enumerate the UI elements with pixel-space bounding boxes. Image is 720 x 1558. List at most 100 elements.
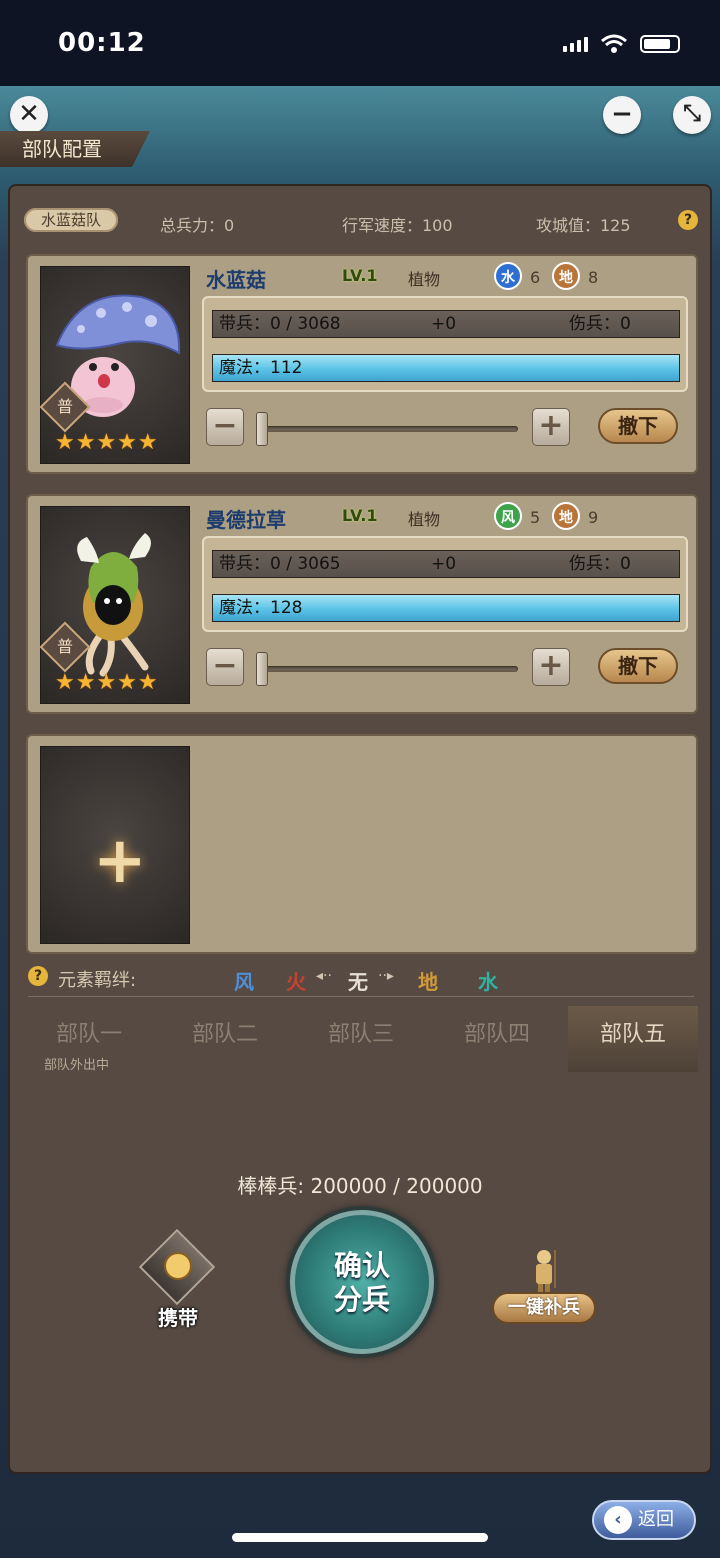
status-time: 00:12: [58, 28, 146, 58]
minimize-icon: −: [611, 99, 633, 129]
tab-team-5[interactable]: 部队五: [568, 1006, 698, 1072]
divider: [28, 996, 694, 997]
troop-slider[interactable]: [256, 412, 518, 446]
unit-level: LV.1: [342, 266, 378, 285]
help-icon[interactable]: ?: [28, 966, 48, 986]
decrease-troops-button[interactable]: −: [206, 408, 244, 446]
status-icons: [563, 34, 680, 54]
slider-knob[interactable]: [256, 652, 268, 686]
bond-label: 元素羁绊:: [58, 970, 137, 991]
unit-stats: 带兵：0 / 3065 +0 伤兵：0 魔法：128: [202, 536, 688, 632]
home-indicator[interactable]: [232, 1533, 488, 1542]
unit-level: LV.1: [342, 506, 378, 525]
confirm-split-button[interactable]: 确认 分兵: [290, 1210, 434, 1354]
soldier-icon: [536, 1250, 556, 1292]
total-troops: 总兵力：0: [160, 216, 235, 235]
tab-team-4[interactable]: 部队四: [432, 1006, 562, 1072]
unit-stats: 带兵：0 / 3068 +0 伤兵：0 魔法：112: [202, 296, 688, 392]
troop-config-panel: 水蓝菇队 总兵力：0 行军速度：100 攻城值：125 ? 普 ★★★★★ 水蓝…: [8, 184, 712, 1474]
element-wind: 风: [234, 970, 254, 994]
tab-team-2[interactable]: 部队二: [160, 1006, 290, 1072]
element-none: 无: [348, 970, 368, 994]
tab-team-1[interactable]: 部队一 部队外出中: [24, 1006, 154, 1073]
magic-value: 魔法：128: [219, 598, 303, 618]
arrow-left-icon: ◂··: [316, 968, 332, 984]
help-icon[interactable]: ?: [678, 210, 698, 230]
decrease-troops-button[interactable]: −: [206, 648, 244, 686]
wounded-count: 伤兵：0: [569, 554, 631, 574]
collapse-button[interactable]: ⤡: [673, 96, 711, 134]
magic-bar: 魔法：128: [212, 594, 680, 622]
increase-troops-button[interactable]: +: [532, 648, 570, 686]
troop-count: 带兵：0 / 3068: [219, 314, 341, 334]
tab-label: 部队五: [599, 1022, 666, 1047]
star-rating: ★★★★★: [55, 430, 159, 455]
wifi-icon: [601, 34, 627, 53]
troop-count: 带兵：0 / 3065: [219, 554, 341, 574]
troop-bar: 带兵：0 / 3068 +0 伤兵：0: [212, 310, 680, 338]
element-water: 水: [478, 970, 498, 994]
withdraw-button[interactable]: 撤下: [598, 408, 678, 444]
unit-type: 植物: [408, 270, 441, 289]
tab-status: 部队外出中: [44, 1058, 110, 1073]
team-tabs: 部队一 部队外出中 部队二 部队三 部队四 部队五: [10, 1006, 710, 1073]
team-summary: 水蓝菇队 总兵力：0 行军速度：100 攻城值：125 ?: [24, 204, 704, 235]
troop-slider[interactable]: [256, 652, 518, 686]
signal-icon: [563, 36, 588, 52]
troop-bonus: +0: [431, 314, 457, 334]
element-value: 5: [530, 508, 541, 527]
back-button[interactable]: ‹ 返回: [592, 1500, 696, 1540]
element-value: 8: [588, 268, 599, 287]
element-bond: ? 元素羁绊: 风 火 ◂·· 无 ··▸ 地 水: [24, 964, 704, 998]
reserve-soldiers: 棒棒兵: 200000 / 200000: [237, 1174, 483, 1198]
element-earth-icon: 地: [552, 502, 580, 530]
march-speed: 行军速度：100: [342, 216, 453, 235]
battery-icon: [640, 35, 680, 53]
close-button[interactable]: ✕: [10, 96, 48, 134]
tab-label: 部队二: [191, 1022, 258, 1047]
unit-portrait[interactable]: 普 ★★★★★: [39, 506, 190, 704]
arrow-right-icon: ··▸: [378, 968, 394, 984]
unit-card: 普 ★★★★★ 水蓝菇 LV.1 植物 水 6 地 8 带兵：0 / 3068 …: [26, 254, 698, 474]
auto-supply: 一键补兵: [492, 1248, 596, 1328]
increase-troops-button[interactable]: +: [532, 408, 570, 446]
confirm-label-2: 分兵: [333, 1283, 390, 1316]
carry-label: 携带: [158, 1306, 198, 1330]
element-fire: 火: [286, 970, 306, 994]
magic-bar: 魔法：112: [212, 354, 680, 382]
tab-label: 部队四: [463, 1022, 530, 1047]
wounded-count: 伤兵：0: [569, 314, 631, 334]
confirm-label-1: 确认: [333, 1249, 390, 1282]
element-value: 9: [588, 508, 599, 527]
empty-unit-slot: +: [26, 734, 698, 954]
element-wind-icon: 风: [494, 502, 522, 530]
tab-label: 部队一: [55, 1022, 122, 1047]
unit-portrait[interactable]: 普 ★★★★★: [39, 266, 190, 464]
slider-knob[interactable]: [256, 412, 268, 446]
withdraw-button[interactable]: 撤下: [598, 648, 678, 684]
collapse-icon: ⤡: [683, 101, 701, 126]
element-earth-icon: 地: [552, 262, 580, 290]
chevron-left-icon: ‹: [604, 1506, 632, 1534]
element-value: 6: [530, 268, 541, 287]
add-unit-button[interactable]: +: [40, 746, 190, 944]
team-name-tag[interactable]: 水蓝菇队: [24, 208, 118, 232]
element-earth: 地: [418, 970, 438, 994]
tab-team-3[interactable]: 部队三: [296, 1006, 426, 1072]
unit-card: 普 ★★★★★ 曼德拉草 LV.1 植物 风 5 地 9 带兵：0 / 3065…: [26, 494, 698, 714]
close-icon: ✕: [18, 99, 40, 129]
troop-bar: 带兵：0 / 3065 +0 伤兵：0: [212, 550, 680, 578]
carry-button[interactable]: 携带: [138, 1228, 218, 1330]
siege-value: 攻城值：125: [536, 216, 631, 235]
star-rating: ★★★★★: [55, 670, 159, 695]
magic-value: 魔法：112: [219, 358, 303, 378]
auto-supply-button[interactable]: 一键补兵: [492, 1292, 596, 1324]
plus-icon: +: [93, 824, 147, 898]
unit-name: 水蓝菇: [206, 268, 266, 292]
back-label: 返回: [638, 1509, 674, 1530]
troop-bonus: +0: [431, 554, 457, 574]
unit-type: 植物: [408, 510, 441, 529]
bag-icon: [164, 1252, 192, 1280]
element-water-icon: 水: [494, 262, 522, 290]
minimize-button[interactable]: −: [603, 96, 641, 134]
